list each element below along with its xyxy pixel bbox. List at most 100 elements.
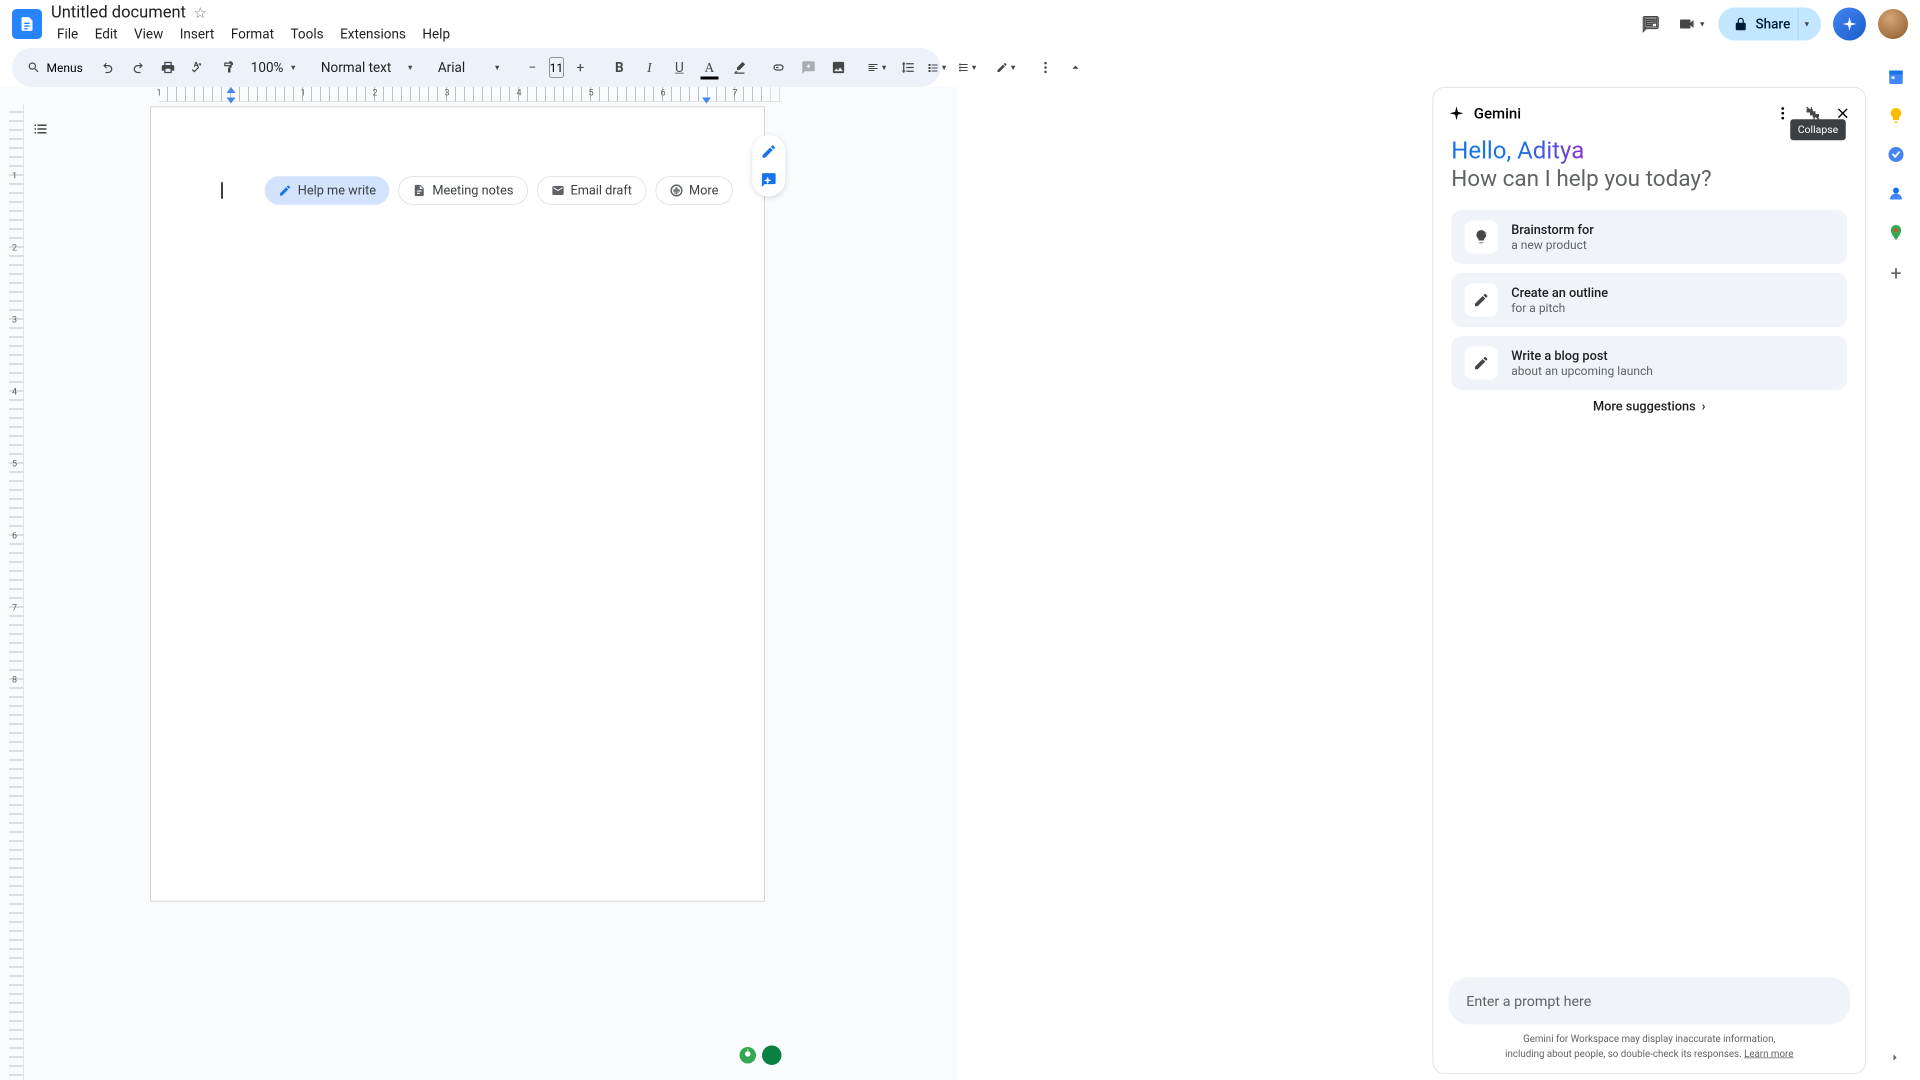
ruler-h-tick: 5 bbox=[588, 87, 593, 98]
gemini-disclaimer: Gemini for Workspace may display inaccur… bbox=[1448, 1032, 1850, 1061]
chip-more[interactable]: @ More bbox=[655, 176, 732, 205]
suggestion-outline[interactable]: Create an outlinefor a pitch bbox=[1451, 273, 1847, 327]
contacts-icon[interactable] bbox=[1887, 185, 1905, 203]
align-icon[interactable]: ▼ bbox=[864, 54, 891, 81]
font-size-input[interactable]: 11 bbox=[549, 57, 564, 78]
gemini-prompt-input[interactable]: Enter a prompt here bbox=[1448, 977, 1850, 1024]
ruler-h-tick: 3 bbox=[444, 87, 449, 98]
tasks-icon[interactable] bbox=[1887, 146, 1905, 164]
print-icon[interactable] bbox=[155, 54, 182, 81]
chip-email-draft[interactable]: Email draft bbox=[537, 176, 647, 205]
menu-edit[interactable]: Edit bbox=[87, 23, 125, 45]
indent-marker-icon[interactable] bbox=[227, 87, 236, 93]
ruler-h-tick: 4 bbox=[516, 87, 521, 98]
collapse-tooltip: Collapse bbox=[1790, 119, 1846, 140]
calendar-icon[interactable] bbox=[1887, 68, 1905, 86]
comments-icon[interactable] bbox=[1636, 9, 1666, 39]
star-icon[interactable]: ☆ bbox=[193, 3, 206, 21]
gemini-title: Gemini bbox=[1474, 104, 1521, 122]
highlight-icon[interactable] bbox=[726, 54, 753, 81]
chip-label: Meeting notes bbox=[432, 183, 513, 198]
gemini-orb-button[interactable] bbox=[1833, 8, 1866, 41]
pen-tool-icon[interactable]: ▼ bbox=[993, 54, 1020, 81]
underline-icon[interactable]: U bbox=[666, 54, 693, 81]
paint-format-icon[interactable] bbox=[215, 54, 242, 81]
gemini-panel: Gemini Collapse Hello, Aditya How can I … bbox=[1433, 87, 1867, 1074]
page[interactable]: Help me write Meeting notes Email draft … bbox=[150, 107, 765, 902]
zoom-dropdown[interactable]: 100%▼ bbox=[245, 60, 303, 76]
suggestion-sub: for a pitch bbox=[1511, 300, 1608, 314]
add-comment-icon[interactable] bbox=[795, 54, 822, 81]
indent-marker-icon[interactable] bbox=[227, 98, 236, 104]
line-spacing-icon[interactable] bbox=[894, 54, 921, 81]
pencil-icon bbox=[1465, 284, 1498, 317]
meet-button[interactable]: ▼ bbox=[1678, 15, 1706, 33]
right-margin-marker-icon[interactable] bbox=[702, 98, 711, 104]
title-block: Untitled document ☆ File Edit View Inser… bbox=[48, 3, 458, 45]
account-avatar[interactable] bbox=[1878, 9, 1908, 39]
suggestion-brainstorm[interactable]: Brainstorm fora new product bbox=[1451, 210, 1847, 264]
presence-indicators bbox=[738, 1046, 782, 1066]
chip-help-me-write[interactable]: Help me write bbox=[265, 176, 390, 205]
title-bar: Untitled document ☆ File Edit View Inser… bbox=[0, 0, 1920, 48]
side-panel-rail: + bbox=[1872, 50, 1920, 1080]
menu-extensions[interactable]: Extensions bbox=[333, 23, 414, 45]
ruler-v-tick: 1 bbox=[12, 170, 17, 181]
italic-icon[interactable]: I bbox=[636, 54, 663, 81]
suggest-edit-icon[interactable] bbox=[758, 170, 779, 191]
suggestion-title: Create an outline bbox=[1511, 285, 1608, 300]
chip-meeting-notes[interactable]: Meeting notes bbox=[399, 176, 528, 205]
redo-icon[interactable] bbox=[125, 54, 152, 81]
presence-dot[interactable] bbox=[738, 1046, 758, 1066]
toolbar: Menus 100%▼ Normal text▼ Arial▼ − 11 + B… bbox=[12, 48, 941, 87]
more-suggestions-button[interactable]: More suggestions › bbox=[1451, 399, 1847, 414]
search-menus[interactable]: Menus bbox=[21, 54, 92, 81]
share-dropdown[interactable]: ▼ bbox=[1798, 8, 1818, 41]
document-area: 1 1 2 3 4 5 6 7 1 2 3 4 5 6 7 8 bbox=[0, 87, 958, 1080]
presence-dot[interactable] bbox=[762, 1046, 782, 1066]
bold-icon[interactable]: B bbox=[606, 54, 633, 81]
horizontal-ruler[interactable]: 1 1 2 3 4 5 6 7 bbox=[9, 87, 958, 102]
spellcheck-icon[interactable] bbox=[185, 54, 212, 81]
menu-insert[interactable]: Insert bbox=[172, 23, 222, 45]
ruler-h-tick: 1 bbox=[300, 87, 305, 98]
menu-bar: File Edit View Insert Format Tools Exten… bbox=[48, 23, 458, 45]
add-addon-icon[interactable]: + bbox=[1890, 263, 1901, 286]
more-tools-icon[interactable] bbox=[1032, 54, 1059, 81]
vertical-ruler[interactable]: 1 2 3 4 5 6 7 8 bbox=[9, 104, 24, 1080]
ruler-v-tick: 2 bbox=[12, 242, 17, 253]
document-title[interactable]: Untitled document bbox=[51, 3, 186, 22]
menu-format[interactable]: Format bbox=[223, 23, 281, 45]
suggestion-blog[interactable]: Write a blog postabout an upcoming launc… bbox=[1451, 336, 1847, 390]
maps-icon[interactable] bbox=[1887, 224, 1905, 242]
menu-file[interactable]: File bbox=[50, 23, 86, 45]
chip-label: Help me write bbox=[298, 183, 376, 198]
gemini-subtitle: How can I help you today? bbox=[1451, 166, 1847, 192]
collapse-toolbar-icon[interactable] bbox=[1062, 54, 1089, 81]
menu-help[interactable]: Help bbox=[415, 23, 458, 45]
keep-icon[interactable] bbox=[1887, 107, 1905, 125]
zoom-value: 100% bbox=[251, 60, 284, 76]
edit-pencil-icon[interactable] bbox=[758, 141, 779, 162]
learn-more-link[interactable]: Learn more bbox=[1744, 1048, 1793, 1059]
font-decrease-icon[interactable]: − bbox=[519, 54, 546, 81]
insert-image-icon[interactable] bbox=[825, 54, 852, 81]
font-increase-icon[interactable]: + bbox=[567, 54, 594, 81]
menu-tools[interactable]: Tools bbox=[283, 23, 331, 45]
font-dropdown[interactable]: Arial▼ bbox=[432, 60, 507, 76]
gemini-spark-icon bbox=[1448, 105, 1465, 122]
text-color-icon[interactable]: A bbox=[696, 54, 723, 81]
menu-view[interactable]: View bbox=[127, 23, 171, 45]
bulleted-list-icon[interactable]: ▼ bbox=[954, 54, 981, 81]
docs-logo[interactable] bbox=[12, 9, 42, 39]
share-button[interactable]: Share ▼ bbox=[1718, 8, 1821, 41]
outline-toggle-icon[interactable] bbox=[29, 117, 53, 141]
svg-text:@: @ bbox=[673, 187, 679, 195]
undo-icon[interactable] bbox=[95, 54, 122, 81]
link-icon[interactable] bbox=[765, 54, 792, 81]
style-label: Normal text bbox=[321, 60, 391, 76]
ruler-h-tick: 7 bbox=[732, 87, 737, 98]
hide-panel-icon[interactable] bbox=[1889, 1050, 1904, 1068]
paragraph-style-dropdown[interactable]: Normal text▼ bbox=[315, 60, 420, 76]
checklist-icon[interactable]: ▼ bbox=[924, 54, 951, 81]
